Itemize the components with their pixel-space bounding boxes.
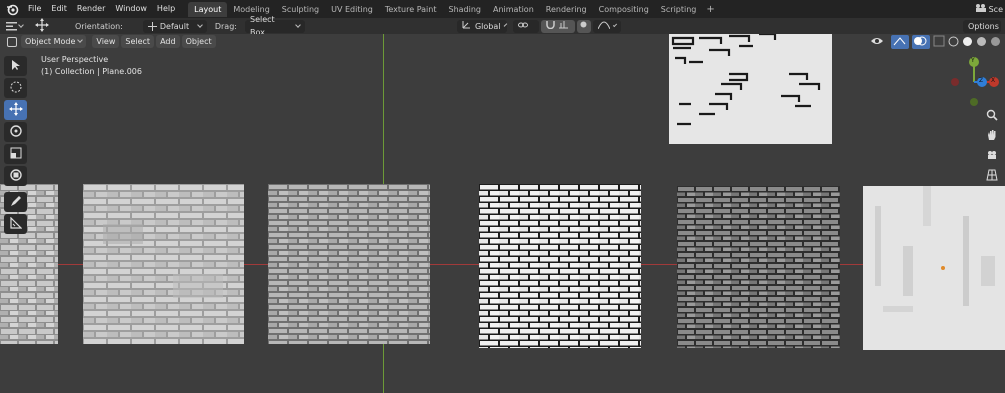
3d-viewport[interactable]: Object Mode View Select Add Object User … (0, 34, 1005, 393)
collection-info-label: (1) Collection | Plane.006 (41, 67, 142, 76)
magnifier-icon (986, 109, 998, 123)
drag-label: Drag: (214, 21, 237, 31)
gizmo-y-label: Y (971, 57, 975, 64)
tab-scripting[interactable]: Scripting (655, 2, 703, 17)
texture-plane-brick-white-sparse[interactable] (669, 34, 832, 144)
menu-edit[interactable]: Edit (46, 0, 72, 18)
global-axes-icon (462, 20, 471, 33)
navigation-gizmo[interactable]: Y Z X (948, 52, 1004, 108)
blender-logo-icon[interactable] (4, 1, 20, 17)
drag-dropdown[interactable]: Select Box (244, 15, 305, 37)
options-dropdown[interactable]: Options (963, 19, 1001, 33)
tab-compositing[interactable]: Compositing (593, 2, 655, 17)
cursor-tool-button[interactable] (4, 78, 27, 98)
orientation-dropdown[interactable]: Default (142, 19, 207, 33)
orientation-label: Orientation: (75, 21, 123, 31)
link-icon (517, 20, 528, 33)
overlay-toggle-icon[interactable] (912, 35, 930, 49)
texture-plane-brick-white-black-mortar[interactable] (479, 184, 641, 348)
camera-icon (986, 149, 998, 163)
transform-tool-button[interactable] (4, 166, 27, 186)
proportional-circle-icon (579, 20, 588, 33)
zoom-button[interactable] (982, 106, 1002, 126)
options-label: Options (968, 21, 999, 31)
transform-icon (9, 168, 23, 184)
xray-toggle-icon[interactable] (933, 35, 945, 49)
camera-view-button[interactable] (982, 146, 1002, 166)
shading-material-icon[interactable] (976, 36, 987, 49)
rotate-icon (9, 124, 23, 140)
tab-layout[interactable]: Layout (188, 1, 228, 17)
gizmo-z-label: Z (979, 77, 984, 84)
mode-dropdown[interactable]: Object Mode (21, 35, 87, 48)
mode-value: Object Mode (25, 37, 76, 46)
orientation-value: Default (159, 21, 190, 31)
pivot-dropdown[interactable] (512, 19, 539, 33)
tab-texture-paint[interactable]: Texture Paint (379, 2, 443, 17)
transform-tool-icon[interactable] (35, 18, 49, 34)
snap-target-icon (558, 20, 568, 33)
scale-tool-button[interactable] (4, 144, 27, 164)
menu-add[interactable]: Add (156, 35, 180, 48)
scene-icon (975, 3, 987, 15)
orientation-icon: Default (147, 20, 190, 33)
perspective-toggle-button[interactable] (982, 166, 1002, 186)
tab-shading[interactable]: Shading (442, 2, 487, 17)
rotate-tool-button[interactable] (4, 122, 27, 142)
grid-icon (986, 169, 998, 183)
tab-uv-editing[interactable]: UV Editing (325, 2, 379, 17)
menu-render[interactable]: Render (72, 0, 110, 18)
view-perspective-label: User Perspective (41, 55, 109, 64)
menu-view[interactable]: View (92, 35, 120, 48)
measure-tool-button[interactable] (4, 214, 27, 234)
top-menu-bar: File Edit Render Window Help Layout Mode… (0, 0, 1005, 18)
viewport-header: Object Mode View Select Add Object (0, 34, 1005, 49)
texture-plane-brick-dark-gray[interactable] (677, 186, 840, 348)
move-tool-button[interactable] (4, 100, 27, 120)
ruler-icon (9, 216, 22, 231)
add-workspace-button[interactable]: + (702, 4, 718, 15)
tool-shelf (4, 56, 29, 236)
cursor-arrow-icon (10, 59, 22, 73)
transform-orientation-value: Global (474, 21, 501, 31)
gizmo-x-label: X (991, 77, 996, 84)
editor-type-icon[interactable] (6, 21, 24, 31)
viewport-shading-controls (870, 35, 1001, 49)
move-arrows-icon (8, 102, 23, 118)
magnet-icon (546, 20, 555, 33)
falloff-curve-icon (597, 20, 611, 33)
menu-select[interactable]: Select (121, 35, 155, 48)
tab-rendering[interactable]: Rendering (540, 2, 593, 17)
select-tool-button[interactable] (4, 56, 27, 76)
falloff-dropdown[interactable] (592, 19, 621, 33)
menu-file[interactable]: File (23, 0, 46, 18)
tab-animation[interactable]: Animation (487, 2, 540, 17)
annotate-tool-button[interactable] (4, 192, 27, 212)
texture-plane-brick-gray-mixed[interactable] (83, 184, 244, 344)
tool-settings-header: Orientation: Default Drag: Select Box Gl… (0, 15, 1005, 37)
scene-selector[interactable]: Sce (975, 0, 1005, 18)
shading-solid-icon[interactable] (962, 36, 973, 49)
transform-orientation-dropdown[interactable]: Global (456, 19, 507, 33)
pan-button[interactable] (982, 126, 1002, 146)
scale-icon (10, 147, 22, 161)
menu-window[interactable]: Window (110, 0, 152, 18)
gizmo-toggle-icon[interactable] (891, 35, 909, 49)
menu-help[interactable]: Help (152, 0, 180, 18)
snap-dropdown[interactable] (540, 19, 575, 33)
pencil-icon (10, 195, 22, 209)
shading-rendered-icon[interactable] (990, 36, 1001, 49)
menu-object[interactable]: Object (181, 35, 216, 48)
texture-plane-plaster-white-patchy[interactable] (863, 186, 1005, 350)
select-mode-icon[interactable] (7, 36, 17, 47)
shading-wireframe-icon[interactable] (948, 36, 959, 49)
scene-name: Sce (988, 4, 1003, 14)
proportional-edit-toggle[interactable] (576, 19, 591, 33)
hand-icon (986, 129, 998, 143)
visibility-icon[interactable] (870, 35, 888, 49)
texture-plane-brick-gray-uniform[interactable] (268, 184, 430, 344)
crosshair-icon (9, 80, 23, 96)
